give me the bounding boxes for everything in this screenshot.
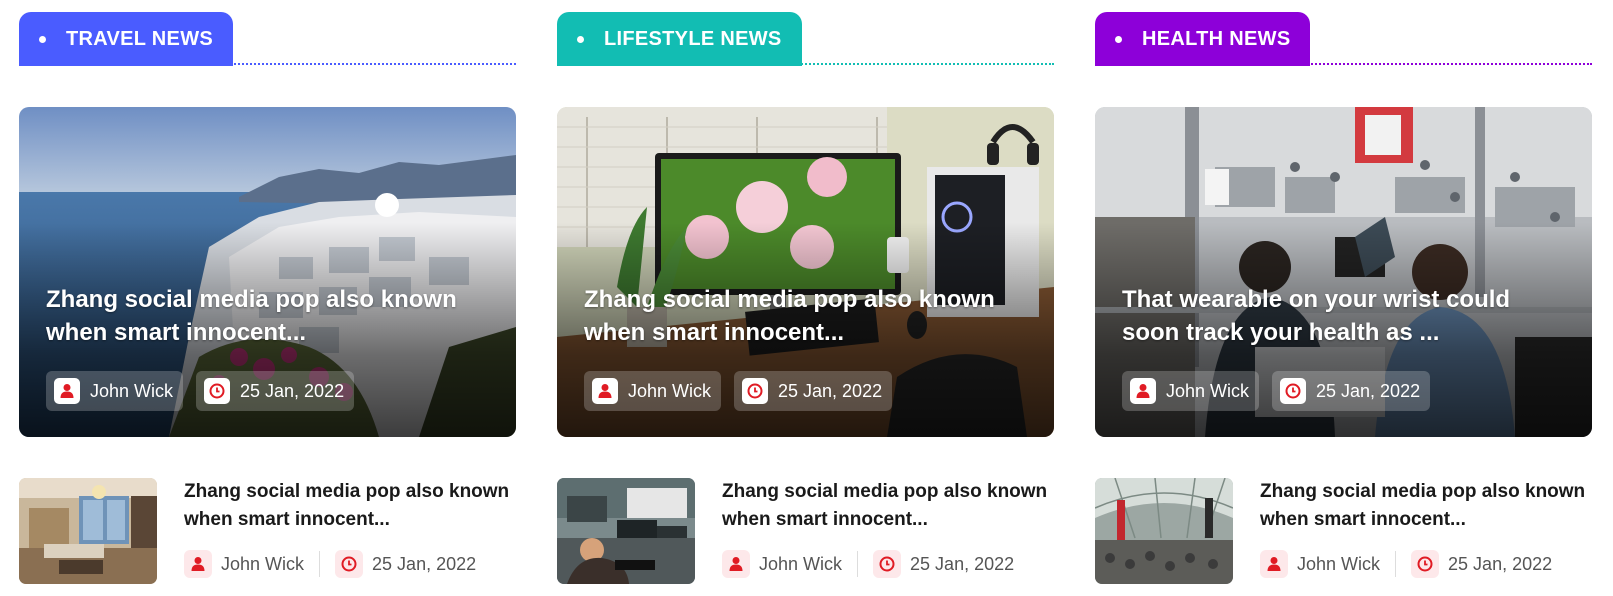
author-badge[interactable]: John Wick <box>584 371 722 411</box>
user-icon <box>54 378 80 404</box>
author-name: John Wick <box>90 380 174 401</box>
article-title[interactable]: Zhang social media pop also known when s… <box>1260 478 1590 534</box>
meta-divider <box>319 551 321 577</box>
section-header: HEALTH NEWS <box>1095 12 1592 66</box>
article-list-item[interactable]: Zhang social media pop also known when s… <box>1095 478 1592 584</box>
article-thumbnail[interactable] <box>1095 478 1233 584</box>
clock-icon <box>1411 550 1440 578</box>
date-badge: 25 Jan, 2022 <box>1272 371 1431 411</box>
publish-date: 25 Jan, 2022 <box>372 553 477 574</box>
tab-travel-news[interactable]: TRAVEL NEWS <box>19 12 234 66</box>
tab-health-news[interactable]: HEALTH NEWS <box>1095 12 1311 66</box>
date-badge: 25 Jan, 2022 <box>734 371 893 411</box>
clock-icon <box>204 378 230 404</box>
author-name[interactable]: John Wick <box>759 554 842 575</box>
clock-icon <box>335 550 364 578</box>
news-column-travel: TRAVEL NEWS Zhang social media pop also … <box>19 0 516 596</box>
meta-divider <box>1395 551 1397 577</box>
date-badge: 25 Jan, 2022 <box>196 371 355 411</box>
user-icon <box>1260 550 1288 578</box>
clock-icon <box>742 378 768 404</box>
header-divider <box>786 63 1054 65</box>
tab-label: LIFESTYLE NEWS <box>604 27 782 50</box>
user-icon <box>1130 378 1156 404</box>
author-badge[interactable]: John Wick <box>46 371 184 411</box>
user-icon <box>722 550 750 578</box>
featured-article-card[interactable]: That wearable on your wrist could soon t… <box>1095 107 1592 437</box>
publish-date: 25 Jan, 2022 <box>240 380 345 401</box>
article-title[interactable]: Zhang social media pop also known when s… <box>184 478 514 534</box>
section-header: LIFESTYLE NEWS <box>557 12 1054 66</box>
publish-date: 25 Jan, 2022 <box>778 380 883 401</box>
author-name[interactable]: John Wick <box>221 554 304 575</box>
publish-date: 25 Jan, 2022 <box>1316 380 1421 401</box>
featured-article-title[interactable]: Zhang social media pop also known when s… <box>46 283 486 349</box>
tab-label: HEALTH NEWS <box>1142 27 1291 50</box>
user-icon <box>184 550 212 578</box>
featured-article-title[interactable]: That wearable on your wrist could soon t… <box>1122 283 1562 349</box>
section-header: TRAVEL NEWS <box>19 12 516 66</box>
publish-date: 25 Jan, 2022 <box>910 553 1015 574</box>
article-title[interactable]: Zhang social media pop also known when s… <box>722 478 1052 534</box>
article-thumbnail[interactable] <box>19 478 157 584</box>
featured-article-card[interactable]: Zhang social media pop also known when s… <box>557 107 1054 437</box>
header-divider <box>1304 63 1592 65</box>
article-meta: John Wick 25 Jan, 2022 <box>1260 549 1552 579</box>
bullet-icon <box>39 35 46 43</box>
author-name: John Wick <box>1166 380 1250 401</box>
author-name: John Wick <box>628 380 712 401</box>
featured-article-card[interactable]: Zhang social media pop also known when s… <box>19 107 516 437</box>
news-column-lifestyle: LIFESTYLE NEWS Zhang social media pop al… <box>557 0 1054 596</box>
clock-icon <box>873 550 902 578</box>
author-name[interactable]: John Wick <box>1297 554 1380 575</box>
bullet-icon <box>577 35 584 43</box>
article-list-item[interactable]: Zhang social media pop also known when s… <box>557 478 1054 584</box>
author-badge[interactable]: John Wick <box>1122 371 1260 411</box>
bullet-icon <box>1115 35 1122 43</box>
user-icon <box>592 378 618 404</box>
article-thumbnail[interactable] <box>557 478 695 584</box>
tab-lifestyle-news[interactable]: LIFESTYLE NEWS <box>557 12 802 66</box>
featured-article-title[interactable]: Zhang social media pop also known when s… <box>584 283 1024 349</box>
meta-divider <box>857 551 859 577</box>
article-meta: John Wick 25 Jan, 2022 <box>722 549 1014 579</box>
article-meta: John Wick 25 Jan, 2022 <box>184 549 476 579</box>
clock-icon <box>1280 378 1306 404</box>
publish-date: 25 Jan, 2022 <box>1448 553 1553 574</box>
article-list-item[interactable]: Zhang social media pop also known when s… <box>19 478 516 584</box>
header-divider <box>226 63 516 65</box>
news-column-health: HEALTH NEWS That wearable on your wrist … <box>1095 0 1592 596</box>
tab-label: TRAVEL NEWS <box>66 27 214 50</box>
